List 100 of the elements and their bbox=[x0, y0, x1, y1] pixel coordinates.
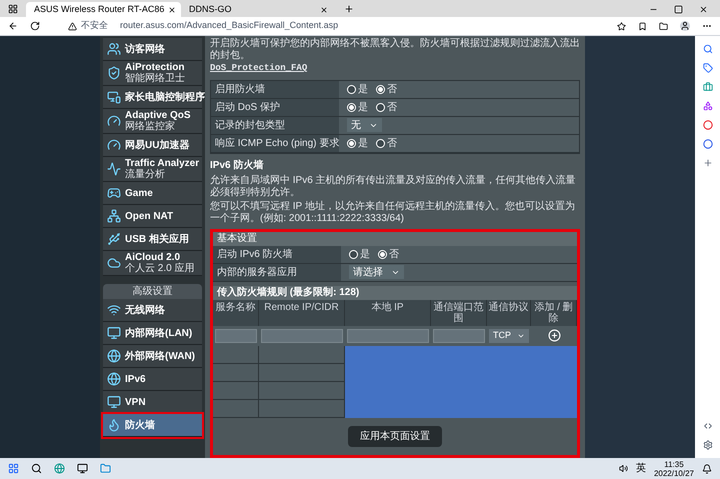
sidebar-item[interactable]: AiCloud 2.0 个人云 2.0 应用 bbox=[103, 251, 202, 276]
back-icon[interactable] bbox=[8, 21, 18, 31]
sidebar-icon bbox=[107, 372, 121, 386]
radio-label: 否 bbox=[387, 100, 397, 114]
warning-icon bbox=[68, 22, 77, 30]
search-icon[interactable] bbox=[31, 463, 42, 474]
section-heading: IPv6 防火墙 bbox=[210, 158, 264, 172]
sidebar-icon bbox=[107, 303, 121, 317]
setting-label: 启动 IPv6 防火墙 bbox=[213, 246, 341, 262]
radio-label: 否 bbox=[389, 248, 399, 262]
radio-button[interactable] bbox=[347, 102, 356, 112]
profile-icon[interactable] bbox=[680, 21, 690, 31]
close-icon[interactable] bbox=[320, 6, 328, 14]
sidebar-item[interactable]: 无线网络 bbox=[103, 299, 202, 322]
sidebar-item[interactable]: 网易UU加速器 bbox=[103, 134, 202, 157]
sidebar-icon bbox=[107, 162, 121, 176]
close-icon[interactable] bbox=[168, 6, 176, 14]
intro-text: 开启防火墙可保护您的内部网络不被黑客入侵。防火墙可根据过滤规则过滤流入流出的封包。 bbox=[210, 38, 580, 62]
notification-icon[interactable] bbox=[702, 464, 712, 474]
tab-actions-icon[interactable] bbox=[8, 4, 18, 14]
radio-label: 否 bbox=[387, 82, 397, 96]
sidebar-icon bbox=[107, 90, 121, 104]
section-header: 基本设置 bbox=[213, 232, 577, 246]
sidebar-icon bbox=[107, 42, 121, 56]
section-header: 传入防火墙规则 (最多限制: 128) bbox=[213, 286, 577, 300]
select-dropdown[interactable]: 无 bbox=[347, 118, 382, 132]
volume-icon[interactable] bbox=[618, 464, 628, 473]
sidebar-item[interactable]: 内部网络(LAN) bbox=[103, 322, 202, 345]
radio-button[interactable] bbox=[347, 84, 356, 94]
sidebar-item[interactable]: AiProtection 智能网络卫士 bbox=[103, 61, 202, 86]
sidebar-icon bbox=[107, 138, 121, 152]
sidebar-item[interactable]: 防火墙 bbox=[103, 414, 202, 437]
clock-date: 2022/10/27 bbox=[654, 468, 694, 478]
setting-label: 响应 ICMP Echo (ping) 要求 bbox=[211, 134, 339, 152]
favorites-icon[interactable] bbox=[638, 22, 647, 30]
radio-label: 否 bbox=[387, 136, 397, 150]
input-field[interactable] bbox=[347, 328, 429, 342]
sidebar-item[interactable]: Adaptive QoS 网络监控家 bbox=[103, 109, 202, 134]
address-field[interactable]: router.asus.com/Advanced_BasicFirewall_Content.asp bbox=[120, 19, 338, 33]
clock-time: 11:35 bbox=[664, 460, 684, 468]
sidebar-item[interactable]: Traffic Analyzer 流量分析 bbox=[103, 157, 202, 182]
maximize-icon[interactable] bbox=[674, 5, 683, 14]
setting-label: 启动 DoS 保护 bbox=[211, 98, 339, 116]
faq-link[interactable]: DoS_Protection_FAQ bbox=[210, 62, 580, 76]
briefcase-icon[interactable] bbox=[702, 82, 712, 92]
add-icon[interactable] bbox=[702, 158, 712, 168]
description-text: 允许来自局域网中 IPv6 主机的所有传出流量及对应的传入流量，任何其他传入流量必须得到特别允许。 bbox=[210, 174, 577, 198]
new-tab-icon[interactable] bbox=[344, 4, 354, 14]
radio-button[interactable] bbox=[378, 250, 387, 258]
tag-icon[interactable] bbox=[702, 63, 712, 73]
sidebar-item[interactable]: 外部网络(WAN) bbox=[103, 345, 202, 368]
browser-tab[interactable]: ASUS Wireless Router RT-AC86 bbox=[26, 2, 181, 17]
radio-label: 是 bbox=[358, 100, 368, 114]
security-label: 不安全 bbox=[81, 19, 108, 32]
sidebar-item[interactable]: USB 相关应用 bbox=[103, 228, 202, 251]
radio-button[interactable] bbox=[376, 138, 385, 148]
setting-label: 内部的服务器应用 bbox=[213, 264, 341, 280]
radio-button[interactable] bbox=[376, 84, 385, 94]
sidebar-icon bbox=[107, 395, 121, 409]
protocol-select[interactable]: TCP bbox=[489, 328, 529, 342]
radio-button[interactable] bbox=[376, 102, 385, 112]
sidebar-item[interactable]: 访客网络 bbox=[103, 38, 202, 61]
sidebar-item[interactable]: Game bbox=[103, 182, 202, 205]
input-field[interactable] bbox=[261, 328, 343, 342]
radio-label: 是 bbox=[358, 82, 368, 96]
folder-icon[interactable] bbox=[100, 463, 111, 474]
close-icon[interactable] bbox=[699, 5, 708, 14]
description-text: 您可以不填写远程 IP 地址，以允许来自任何远程主机的流量传入。您也可以设置为一个子网。(例如: 2001::1111:2222:3333/64) bbox=[210, 200, 576, 224]
radio-label: 是 bbox=[358, 136, 368, 150]
favorite-icon[interactable] bbox=[617, 22, 626, 30]
radio-button[interactable] bbox=[347, 138, 356, 148]
sidebar-icon bbox=[107, 114, 121, 128]
section-header: 高级设置 bbox=[103, 284, 202, 299]
start-icon[interactable] bbox=[8, 463, 19, 474]
sidebar-item[interactable]: Open NAT bbox=[103, 205, 202, 228]
sidebar-icon bbox=[107, 186, 121, 200]
sidebar-icon bbox=[107, 349, 121, 363]
ime-indicator[interactable]: 英 bbox=[636, 461, 646, 476]
add-icon[interactable] bbox=[548, 329, 560, 342]
apply-button[interactable]: 应用本页面设置 bbox=[348, 426, 442, 446]
shapes-icon[interactable] bbox=[702, 101, 712, 111]
sidebar-icon bbox=[107, 418, 121, 432]
settings-icon[interactable] bbox=[702, 440, 712, 450]
app-icon[interactable] bbox=[77, 463, 88, 474]
sidebar-icon bbox=[107, 326, 121, 340]
sidebar-icon bbox=[107, 66, 121, 80]
radio-label: 是 bbox=[360, 248, 370, 262]
sidebar-icon bbox=[107, 232, 121, 246]
reload-icon[interactable] bbox=[30, 21, 40, 31]
setting-label: 记录的封包类型 bbox=[211, 116, 339, 134]
input-field[interactable] bbox=[215, 328, 257, 342]
browser-icon[interactable] bbox=[54, 463, 65, 474]
radio-button[interactable] bbox=[349, 250, 358, 258]
sidebar-icon bbox=[107, 209, 121, 223]
sidebar-item[interactable]: VPN bbox=[103, 391, 202, 414]
setting-label: 启用防火墙 bbox=[211, 80, 339, 98]
input-field[interactable] bbox=[433, 328, 485, 342]
sidebar-item[interactable]: IPv6 bbox=[103, 368, 202, 391]
sidebar-icon bbox=[107, 256, 121, 270]
select-dropdown[interactable]: 请选择 bbox=[349, 265, 404, 279]
